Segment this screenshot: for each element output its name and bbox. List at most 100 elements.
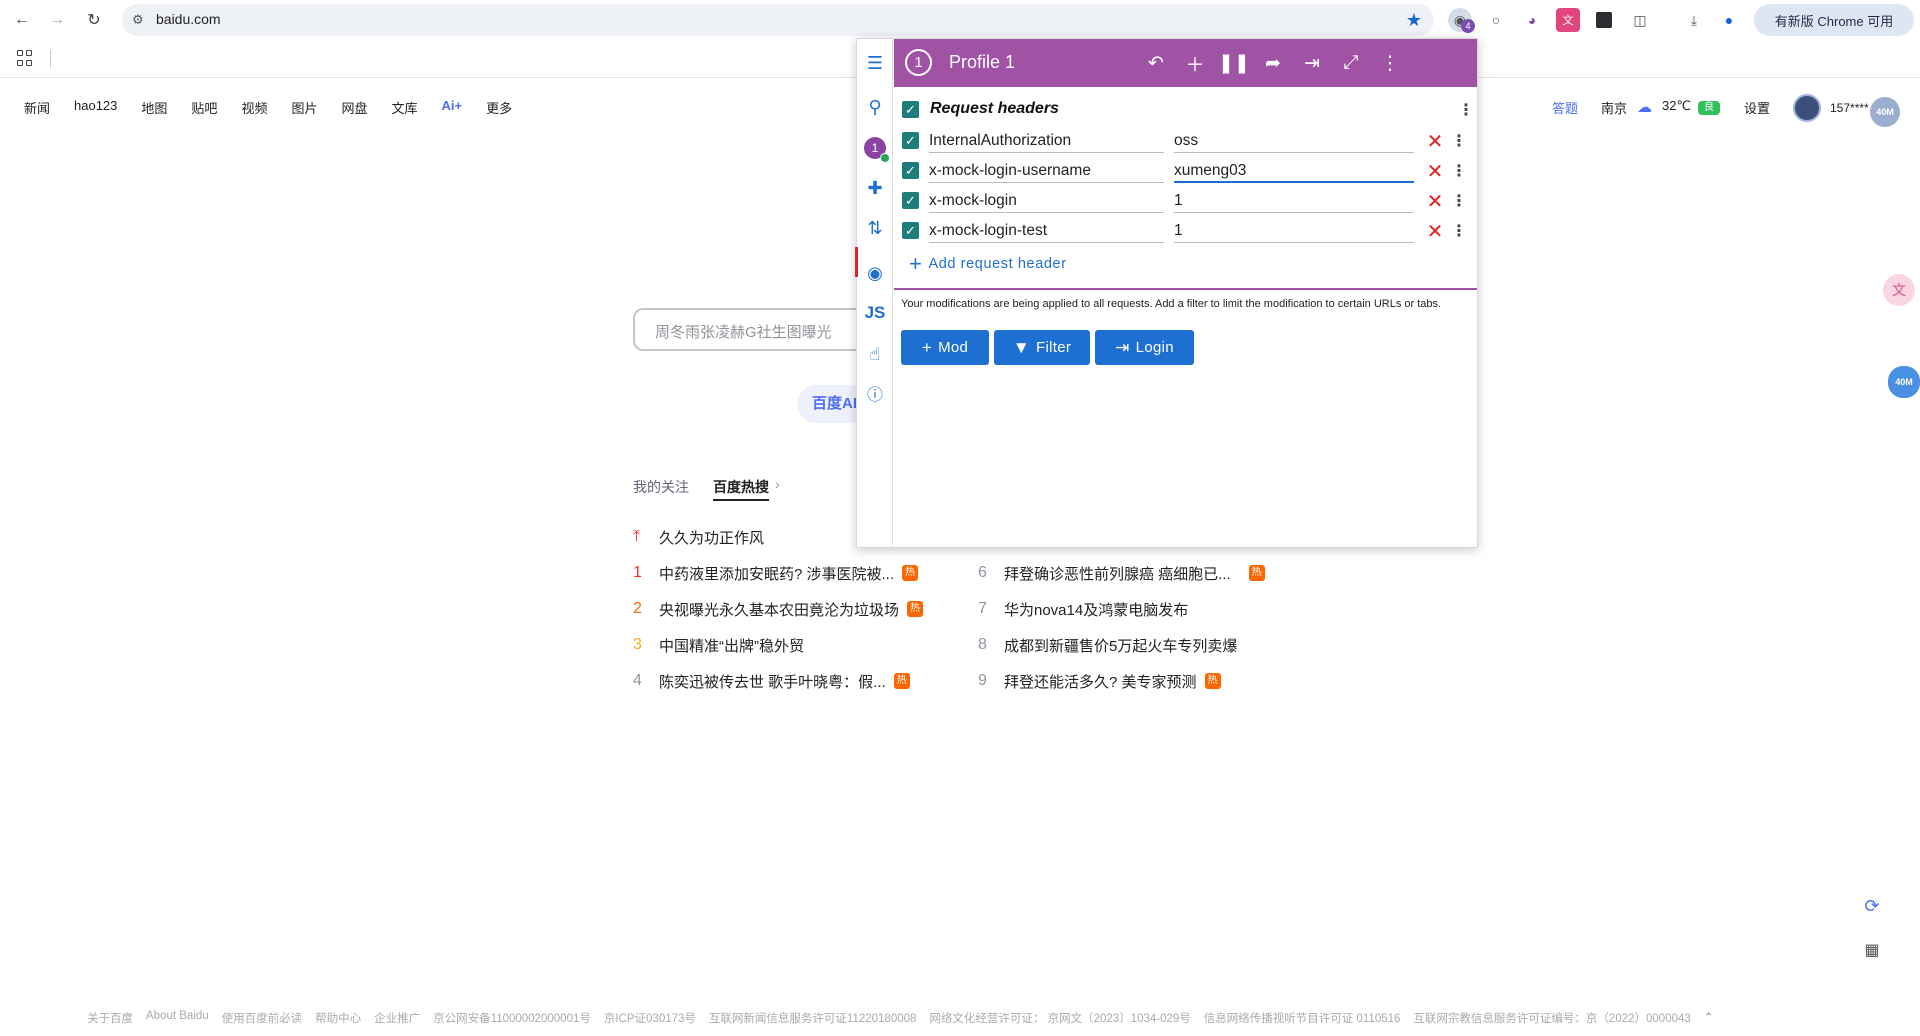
footer-link[interactable]: 帮助中心	[315, 1010, 361, 1026]
tab-my-follow[interactable]: 我的关注	[633, 477, 689, 497]
hot-item-3[interactable]: 3 中国精准“出牌”稳外贸	[633, 634, 804, 656]
speed-badge-side[interactable]: 40M	[1888, 366, 1920, 398]
header-name-field[interactable]: x-mock-login-test	[929, 217, 1164, 243]
avatar[interactable]	[1793, 94, 1821, 122]
settings-link[interactable]: 设置	[1744, 98, 1770, 117]
back-icon[interactable]: ←	[10, 8, 34, 32]
translate-float-icon[interactable]: 文	[1883, 274, 1915, 306]
js-icon[interactable]: JS	[863, 301, 887, 325]
header-value-field[interactable]: 1	[1174, 217, 1414, 243]
undo-icon[interactable]: ↶	[1144, 51, 1168, 75]
row-checkbox[interactable]: ✓	[902, 162, 919, 179]
hot-item-9[interactable]: 9 拜登还能活多久? 美专家预测 热	[978, 670, 1221, 692]
hot-item-2[interactable]: 2 央视曝光永久基本农田竟沦为垃圾场 热	[633, 598, 924, 620]
footer-link[interactable]: 互联网宗教信息服务许可证编号：京（2022）0000043	[1413, 1010, 1690, 1026]
extensions-puzzle-icon[interactable]: ◫	[1628, 8, 1652, 32]
refresh-tool-icon[interactable]: ⟳	[1860, 894, 1884, 918]
hot-item-text[interactable]: 陈奕迅被传去世 歌手叶晓粤：假...	[659, 671, 886, 692]
footer-link[interactable]: 使用百度前必读	[222, 1010, 303, 1026]
delete-icon[interactable]: ✕	[1425, 161, 1445, 183]
color-extension-icon[interactable]: ◕	[1520, 8, 1544, 32]
bookmark-star-icon[interactable]: ★	[1406, 10, 1422, 31]
hot-item-text[interactable]: 中药液里添加安眠药? 涉事医院被...	[659, 563, 894, 584]
nav-hao123[interactable]: hao123	[74, 98, 117, 118]
footer-link[interactable]: 互联网新闻信息服务许可证11220180008	[709, 1010, 917, 1026]
expand-icon[interactable]: ⤢	[1339, 51, 1363, 75]
url-text[interactable]: baidu.com	[156, 11, 221, 27]
hot-item-7[interactable]: 7 华为nova14及鸿蒙电脑发布	[978, 598, 1188, 620]
nav-ai-plus[interactable]: Ai+	[442, 98, 463, 118]
username[interactable]: 157****	[1830, 101, 1869, 115]
chrome-update-chip[interactable]: 有新版 Chrome 可用	[1754, 4, 1914, 36]
nav-news[interactable]: 新闻	[24, 98, 50, 118]
baidu-search-input[interactable]: 周冬雨张凌赫G社生图曝光	[633, 308, 863, 351]
footer-link[interactable]: 信息网络传播视听节目许可证 0110516	[1204, 1010, 1401, 1026]
eye-icon[interactable]: ◉	[863, 261, 887, 285]
hot-item-4[interactable]: 4 陈奕迅被传去世 歌手叶晓粤：假... 热	[633, 670, 910, 692]
hot-item-1[interactable]: 1 中药液里添加安眠药? 涉事医院被... 热	[633, 562, 919, 584]
header-value-field[interactable]: xumeng03	[1174, 157, 1414, 183]
profile-icon[interactable]: ●	[1717, 8, 1741, 32]
hot-item-text[interactable]: 成都到新疆售价5万起火车专列卖爆	[1004, 635, 1237, 656]
nav-video[interactable]: 视频	[241, 98, 267, 118]
profile-name[interactable]: Profile 1	[949, 52, 1015, 73]
qrcode-icon[interactable]: ▦	[1860, 938, 1884, 962]
row-checkbox[interactable]: ✓	[902, 192, 919, 209]
reload-icon[interactable]: ↻	[82, 8, 106, 32]
hot-item-text[interactable]: 拜登确诊恶性前列腺癌 癌细胞已...	[1004, 563, 1231, 584]
hot-item-8[interactable]: 8 成都到新疆售价5万起火车专列卖爆	[978, 634, 1237, 656]
delete-icon[interactable]: ✕	[1425, 191, 1445, 213]
add-request-header-button[interactable]: + Add request header	[909, 251, 1067, 277]
nav-more[interactable]: 更多	[486, 98, 512, 118]
help-icon[interactable]: ⓘ	[863, 381, 887, 405]
row-more-icon[interactable]: ⋮	[1451, 192, 1467, 210]
row-more-icon[interactable]: ⋮	[1451, 132, 1467, 150]
hot-item-text[interactable]: 久久为功正作风	[659, 527, 764, 548]
nav-map[interactable]: 地图	[141, 98, 167, 118]
footer-link[interactable]: 关于百度	[87, 1010, 133, 1026]
section-more-icon[interactable]: ⋮	[1458, 101, 1474, 119]
row-checkbox[interactable]: ✓	[902, 222, 919, 239]
speed-badge-top[interactable]: 40M	[1870, 97, 1900, 127]
header-value-field[interactable]: oss	[1174, 127, 1414, 153]
tab-baidu-hot[interactable]: 百度热搜	[713, 477, 769, 501]
expand-up-icon[interactable]: ⌃	[1704, 1010, 1714, 1026]
dark-extension-icon[interactable]	[1592, 8, 1616, 32]
hot-item-text[interactable]: 中国精准“出牌”稳外贸	[659, 635, 804, 656]
translate-extension-icon[interactable]: 文	[1556, 8, 1580, 32]
weather-city[interactable]: 南京	[1601, 98, 1627, 117]
site-info-icon[interactable]: ⚙	[132, 12, 148, 28]
footer-link[interactable]: About Baidu	[146, 1010, 209, 1026]
hot-item-text[interactable]: 华为nova14及鸿蒙电脑发布	[1004, 599, 1188, 620]
row-checkbox[interactable]: ✓	[902, 132, 919, 149]
nav-wenku[interactable]: 文库	[391, 98, 417, 118]
footer-link[interactable]: 京公网安备11000002000001号	[433, 1010, 591, 1026]
header-name-field[interactable]: InternalAuthorization	[929, 127, 1164, 153]
add-profile-icon[interactable]: ✚	[863, 176, 887, 200]
more-vert-icon[interactable]: ⋮	[1378, 51, 1402, 75]
row-more-icon[interactable]: ⋮	[1451, 222, 1467, 240]
section-checkbox[interactable]: ✓	[902, 101, 919, 118]
forward-icon[interactable]: →	[45, 8, 69, 32]
footer-link[interactable]: 京ICP证030173号	[604, 1010, 696, 1026]
hot-item-text[interactable]: 拜登还能活多久? 美专家预测	[1004, 671, 1197, 692]
hot-item-6[interactable]: 6 拜登确诊恶性前列腺癌 癌细胞已... 热	[978, 562, 1265, 584]
chat-extension-icon[interactable]: ○	[1484, 8, 1508, 32]
sort-icon[interactable]: ⇅	[863, 216, 887, 240]
hot-item-top[interactable]: ⤒ 久久为功正作风	[633, 526, 764, 548]
search-icon[interactable]: ⚲	[863, 95, 887, 119]
menu-icon[interactable]: ☰	[863, 51, 887, 75]
download-icon[interactable]: ⤓	[1682, 8, 1706, 32]
import-icon[interactable]: ⇥	[1300, 51, 1324, 75]
nav-tieba[interactable]: 贴吧	[191, 98, 217, 118]
chevron-right-icon[interactable]: ›	[775, 476, 780, 492]
address-bar[interactable]: ⚙ baidu.com ★	[122, 4, 1434, 36]
add-mod-button[interactable]: + Mod	[901, 330, 989, 365]
add-icon[interactable]: ＋	[1183, 51, 1207, 76]
add-filter-button[interactable]: ▼ Filter	[994, 330, 1090, 365]
nav-netdisk[interactable]: 网盘	[341, 98, 367, 118]
share-icon[interactable]: ➦	[1261, 51, 1285, 75]
header-value-field[interactable]: 1	[1174, 187, 1414, 213]
login-button[interactable]: ⇥ Login	[1095, 330, 1194, 365]
apps-grid-icon[interactable]	[17, 50, 33, 66]
